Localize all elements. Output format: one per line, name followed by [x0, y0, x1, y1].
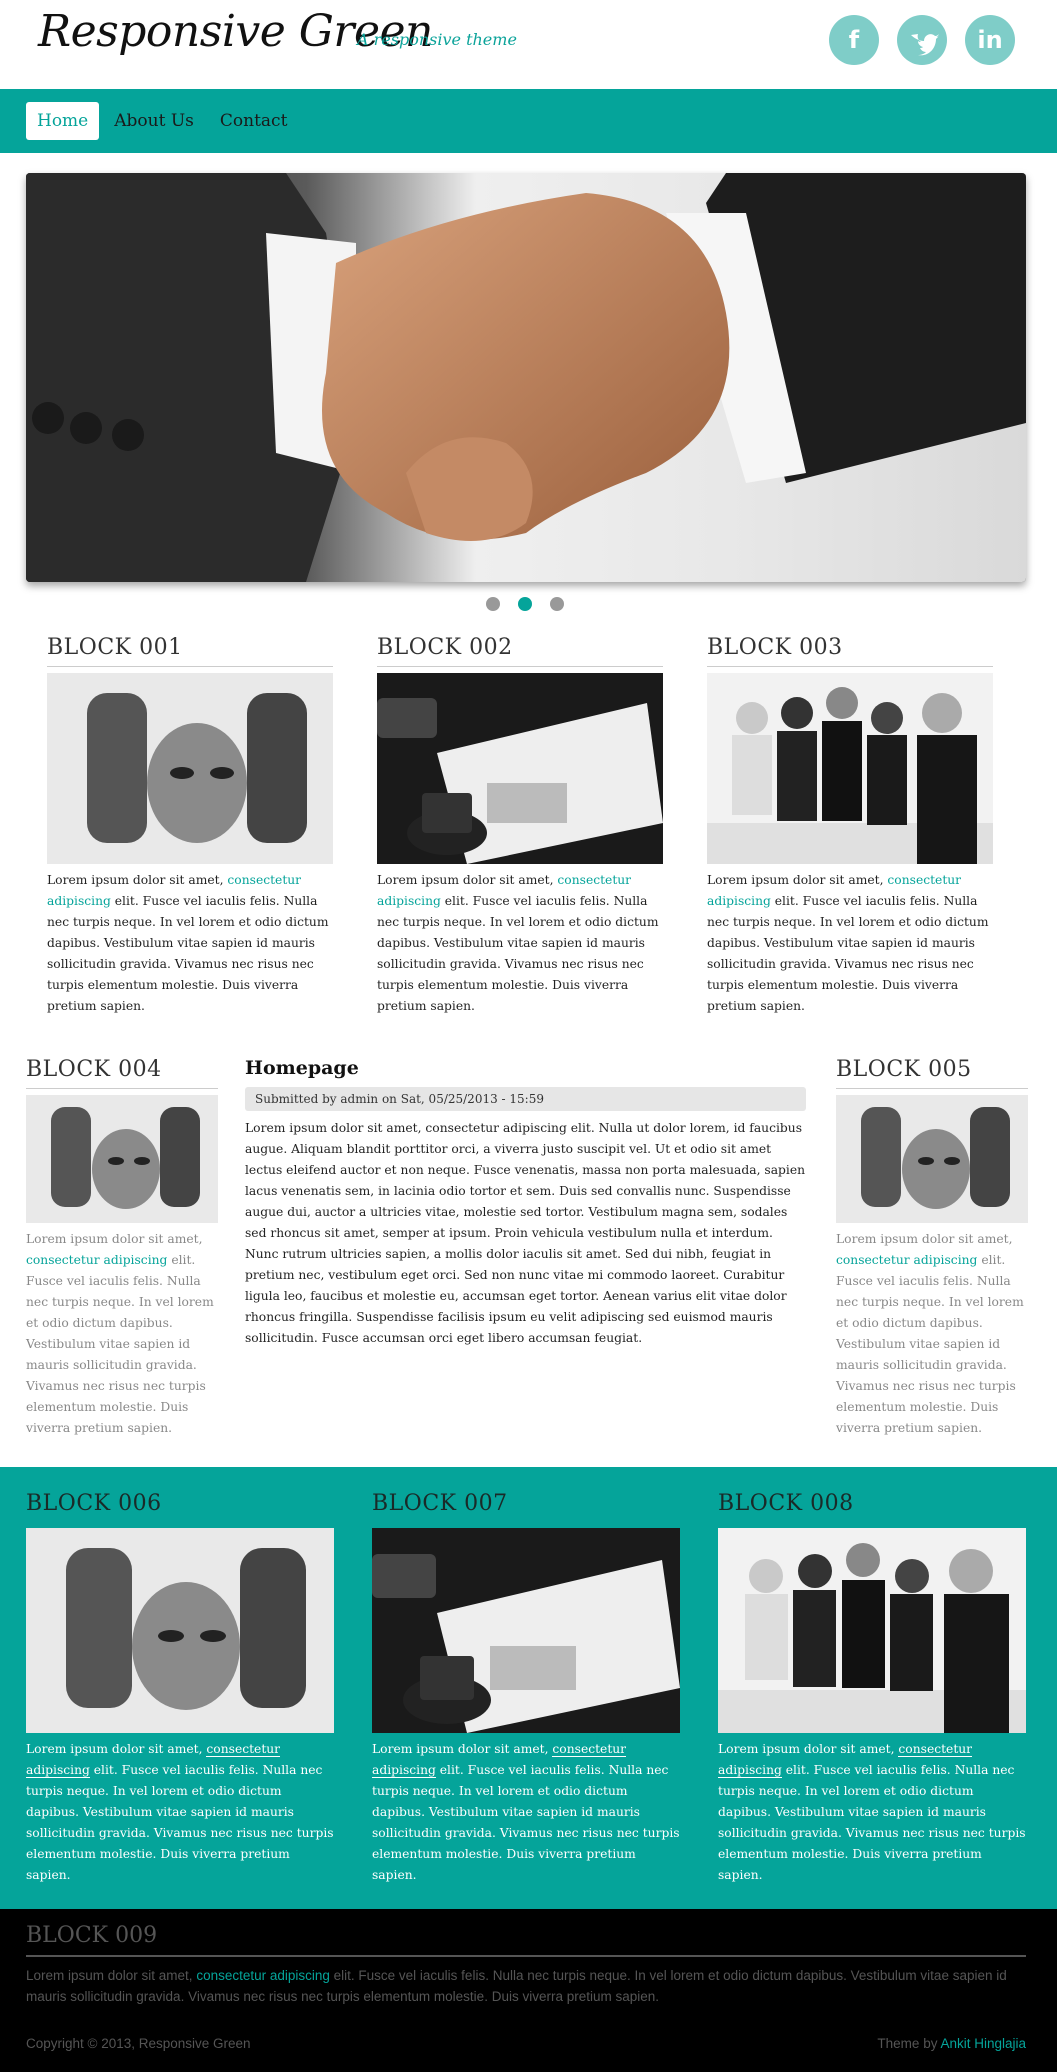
block-title: BLOCK 007	[372, 1491, 508, 1516]
handshake-image	[26, 173, 1026, 582]
team-applause-image	[718, 1528, 1026, 1733]
menu-item-home[interactable]: Home	[26, 102, 100, 140]
slideshow-image	[26, 173, 1026, 582]
framing-hands-image	[26, 1095, 218, 1223]
footer-block-text: Lorem ipsum dolor sit amet, consectetur …	[26, 1968, 1007, 2004]
block-title: BLOCK 001	[47, 635, 333, 667]
block-title: BLOCK 005	[836, 1057, 1028, 1089]
site-header: Responsive Green A responsive theme f in	[0, 0, 1057, 89]
block-title: BLOCK 008	[718, 1491, 854, 1516]
framing-hands-image	[47, 673, 333, 864]
linkedin-icon[interactable]: in	[965, 15, 1015, 65]
slider-dot-1[interactable]	[486, 597, 500, 611]
block-007: BLOCK 007 Lorem ipsum dolor sit amet, co…	[372, 1491, 680, 1886]
node-body: Lorem ipsum dolor sit amet, consectetur …	[245, 1121, 806, 1345]
block-link[interactable]: consectetur adipiscing	[26, 1253, 167, 1267]
social-links: f in	[811, 15, 1015, 65]
team-applause-image	[707, 673, 993, 864]
main-menu: Home About Us Contact	[0, 89, 1057, 153]
block-link[interactable]: consectetur adipiscing	[836, 1253, 977, 1267]
block-002: BLOCK 002 Lorem ipsum dolor sit amet, co…	[377, 635, 663, 1017]
framing-hands-image	[836, 1095, 1028, 1223]
block-text: Lorem ipsum dolor sit amet, consectetur …	[718, 1742, 1026, 1882]
paperwork-image	[377, 673, 663, 864]
block-text: Lorem ipsum dolor sit amet, consectetur …	[26, 1742, 334, 1882]
block-004: BLOCK 004 Lorem ipsum dolor sit amet, co…	[26, 1057, 218, 1439]
paperwork-image	[372, 1528, 680, 1733]
block-006: BLOCK 006 Lorem ipsum dolor sit amet, co…	[26, 1491, 334, 1886]
slider-dot-3[interactable]	[550, 597, 564, 611]
block-text: Lorem ipsum dolor sit amet, consectetur …	[377, 873, 659, 1013]
twitter-bird-glyph	[911, 34, 939, 56]
block-003: BLOCK 003 Lorem ipsum dolor sit amet, co…	[707, 635, 993, 1017]
block-text: Lorem ipsum dolor sit amet, consectetur …	[372, 1742, 680, 1882]
block-title: BLOCK 003	[707, 635, 993, 667]
bottom-blocks: BLOCK 006 Lorem ipsum dolor sit amet, co…	[0, 1467, 1057, 1909]
twitter-icon[interactable]	[897, 15, 947, 65]
slider-dot-2[interactable]	[518, 597, 532, 611]
theme-author-link[interactable]: Ankit Hinglajia	[940, 2036, 1026, 2051]
block-001: BLOCK 001 Lorem ipsum dolor sit amet, co…	[47, 635, 333, 1017]
menu-item-contact[interactable]: Contact	[209, 102, 299, 140]
block-005: BLOCK 005 Lorem ipsum dolor sit amet, co…	[836, 1057, 1028, 1439]
site-slogan: A responsive theme	[357, 30, 517, 49]
copyright: Copyright © 2013, Responsive Green	[26, 2036, 251, 2051]
site-footer: BLOCK 009 Lorem ipsum dolor sit amet, co…	[0, 1909, 1057, 2072]
submitted-info: Submitted by admin on Sat, 05/25/2013 - …	[245, 1087, 806, 1111]
main-content: Homepage Submitted by admin on Sat, 05/2…	[245, 1057, 806, 1349]
block-text: Lorem ipsum dolor sit amet, consectetur …	[836, 1232, 1024, 1435]
framing-hands-image	[26, 1528, 334, 1733]
page-title: Homepage	[245, 1057, 359, 1079]
menu-item-about-us[interactable]: About Us	[103, 102, 205, 140]
block-text: Lorem ipsum dolor sit amet, consectetur …	[707, 873, 989, 1013]
block-title: BLOCK 002	[377, 635, 663, 667]
footer-link[interactable]: consectetur adipiscing	[196, 1968, 330, 1983]
block-text: Lorem ipsum dolor sit amet, consectetur …	[26, 1232, 214, 1435]
slider-pager	[486, 597, 582, 611]
facebook-icon[interactable]: f	[829, 15, 879, 65]
block-title: BLOCK 004	[26, 1057, 218, 1089]
block-text: Lorem ipsum dolor sit amet, consectetur …	[47, 873, 329, 1013]
block-008: BLOCK 008 Lorem ipsum dolor sit amet, co…	[718, 1491, 1026, 1886]
theme-credit: Theme by Ankit Hinglajia	[877, 2036, 1026, 2051]
block-title: BLOCK 006	[26, 1491, 162, 1516]
footer-block-title: BLOCK 009	[26, 1923, 1026, 1957]
